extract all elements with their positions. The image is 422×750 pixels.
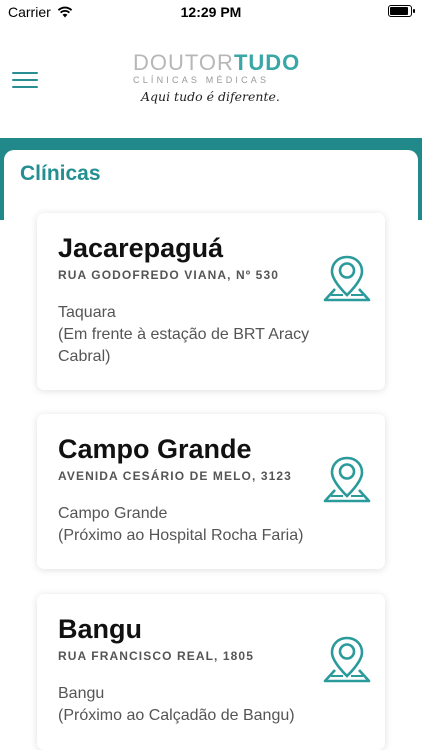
map-pin-icon[interactable] <box>321 253 373 305</box>
map-pin-icon[interactable] <box>321 634 373 686</box>
status-bar: Carrier 12:29 PM <box>0 0 422 24</box>
clock: 12:29 PM <box>180 4 242 20</box>
clinic-card-bangu[interactable]: Bangu RUA FRANCISCO REAL, 1805 Bangu (Pr… <box>37 594 385 750</box>
clinic-address: AVENIDA CESÁRIO DE MELO, 3123 <box>58 469 292 483</box>
clinic-neighborhood: Taquara <box>58 304 116 321</box>
battery-level <box>390 7 408 15</box>
clinic-neighborhood: Campo Grande <box>58 505 168 522</box>
app-header: DOUTOR TUDO CLÍNICAS MÉDICAS Aqui tudo é… <box>0 24 422 138</box>
logo-tagline: Aqui tudo é diferente. <box>141 89 280 104</box>
logo-wordmark: DOUTOR TUDO <box>133 50 319 75</box>
clinic-description: Bangu (Próximo ao Calçadão de Bangu) <box>58 683 328 727</box>
clinic-note: (Em frente à estação de BRT Aracy Cabral… <box>58 326 310 365</box>
logo-subtitle: CLÍNICAS MÉDICAS <box>133 75 270 85</box>
clinic-neighborhood: Bangu <box>58 685 105 702</box>
clinic-card-campo-grande[interactable]: Campo Grande AVENIDA CESÁRIO DE MELO, 31… <box>37 414 385 569</box>
battery-icon <box>388 5 415 17</box>
clinic-note: (Próximo ao Hospital Rocha Faria) <box>58 527 304 544</box>
clinic-address: RUA FRANCISCO REAL, 1805 <box>58 649 254 663</box>
clinic-note: (Próximo ao Calçadão de Bangu) <box>58 707 295 724</box>
clinic-name: Jacarepaguá <box>58 233 224 263</box>
logo-part-tudo: TUDO <box>233 50 301 75</box>
clinic-name: Bangu <box>58 614 142 644</box>
clinic-description: Taquara (Em frente à estação de BRT Arac… <box>58 302 328 368</box>
clinic-card-jacarepagua[interactable]: Jacarepaguá RUA GODOFREDO VIANA, Nº 530 … <box>37 213 385 390</box>
section-title: Clínicas <box>20 162 101 185</box>
logo-part-doutor: DOUTOR <box>133 50 234 75</box>
brand-logo: DOUTOR TUDO CLÍNICAS MÉDICAS Aqui tudo é… <box>133 50 319 112</box>
clinic-description: Campo Grande (Próximo ao Hospital Rocha … <box>58 503 328 547</box>
clinic-address: RUA GODOFREDO VIANA, Nº 530 <box>58 268 279 282</box>
hamburger-menu-icon[interactable] <box>12 72 38 90</box>
map-pin-icon[interactable] <box>321 454 373 506</box>
clinic-name: Campo Grande <box>58 434 252 464</box>
